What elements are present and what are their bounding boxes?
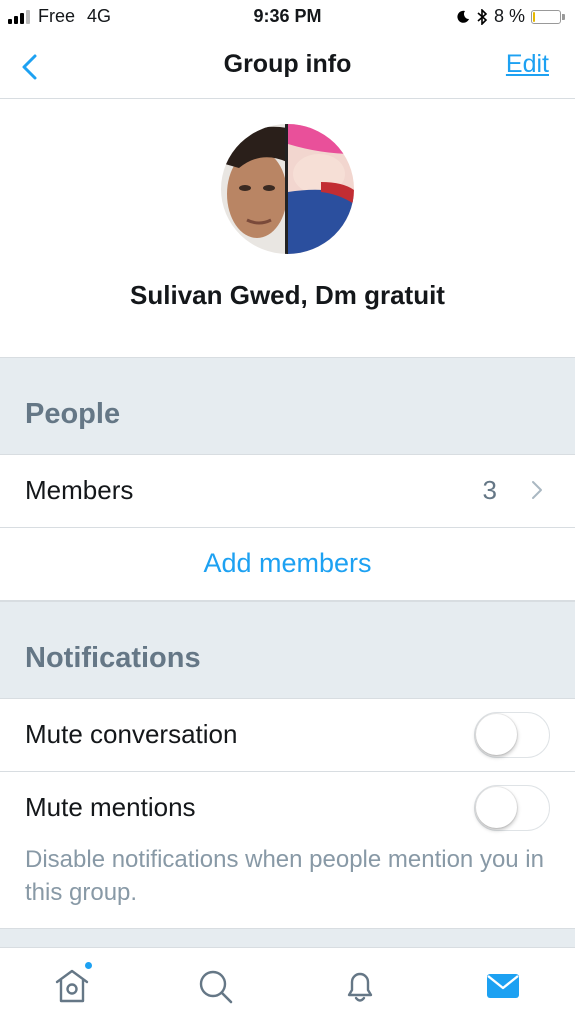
mute-conversation-label: Mute conversation bbox=[25, 719, 238, 749]
members-label: Members bbox=[25, 475, 134, 505]
mute-mentions-toggle[interactable] bbox=[474, 785, 550, 831]
signal-strength-icon bbox=[8, 9, 32, 24]
tab-search[interactable] bbox=[195, 966, 235, 1006]
section-spacer bbox=[0, 928, 575, 948]
bell-icon bbox=[347, 972, 373, 1002]
page-title: Group info bbox=[223, 50, 352, 78]
mute-conversation-toggle[interactable] bbox=[474, 712, 550, 758]
moon-icon bbox=[457, 10, 469, 23]
mute-mentions-helper: Disable notifications when people mentio… bbox=[25, 846, 544, 906]
members-row[interactable]: Members 3 bbox=[0, 455, 575, 528]
notifications-header-label: Notifications bbox=[25, 642, 201, 674]
bluetooth-icon bbox=[477, 8, 488, 25]
home-icon bbox=[55, 969, 89, 1003]
toggle-knob bbox=[476, 787, 517, 828]
tab-messages[interactable] bbox=[483, 966, 523, 1006]
status-left: Free 4G bbox=[8, 6, 111, 27]
member-avatar-left bbox=[221, 124, 288, 254]
edit-button[interactable]: Edit bbox=[506, 50, 549, 79]
network-type: 4G bbox=[87, 6, 112, 26]
chevron-left-icon bbox=[22, 54, 37, 80]
battery-percent: 8 % bbox=[493, 6, 525, 26]
tab-notifications[interactable] bbox=[340, 966, 380, 1006]
chevron-right-icon bbox=[532, 481, 542, 499]
nav-bar: Group info Edit bbox=[0, 34, 575, 99]
status-right: 8 % bbox=[456, 6, 565, 27]
mute-conversation-row: Mute conversation bbox=[0, 699, 575, 772]
notifications-section-header: Notifications bbox=[0, 601, 575, 699]
status-bar: Free 4G 9:36 PM 8 % bbox=[0, 0, 575, 34]
add-members-row[interactable]: Add members bbox=[0, 528, 575, 601]
mail-icon bbox=[487, 974, 519, 998]
members-count: 3 bbox=[482, 475, 497, 505]
tab-home[interactable] bbox=[52, 962, 92, 1006]
group-name: Sulivan Gwed, Dm gratuit bbox=[130, 280, 445, 310]
back-button[interactable] bbox=[14, 50, 48, 84]
add-members-button[interactable]: Add members bbox=[0, 548, 575, 579]
toggle-knob bbox=[476, 714, 517, 755]
tab-bar bbox=[0, 947, 575, 1024]
home-badge-dot bbox=[85, 962, 92, 969]
battery-icon bbox=[531, 9, 565, 24]
people-section-header: People bbox=[0, 357, 575, 455]
battery-level bbox=[533, 11, 535, 22]
carrier-name: Free bbox=[38, 6, 76, 26]
search-icon bbox=[199, 970, 233, 1004]
people-header-label: People bbox=[25, 398, 121, 430]
mute-mentions-label: Mute mentions bbox=[25, 792, 196, 822]
group-avatar[interactable] bbox=[221, 124, 354, 254]
member-avatar-right bbox=[288, 124, 354, 254]
